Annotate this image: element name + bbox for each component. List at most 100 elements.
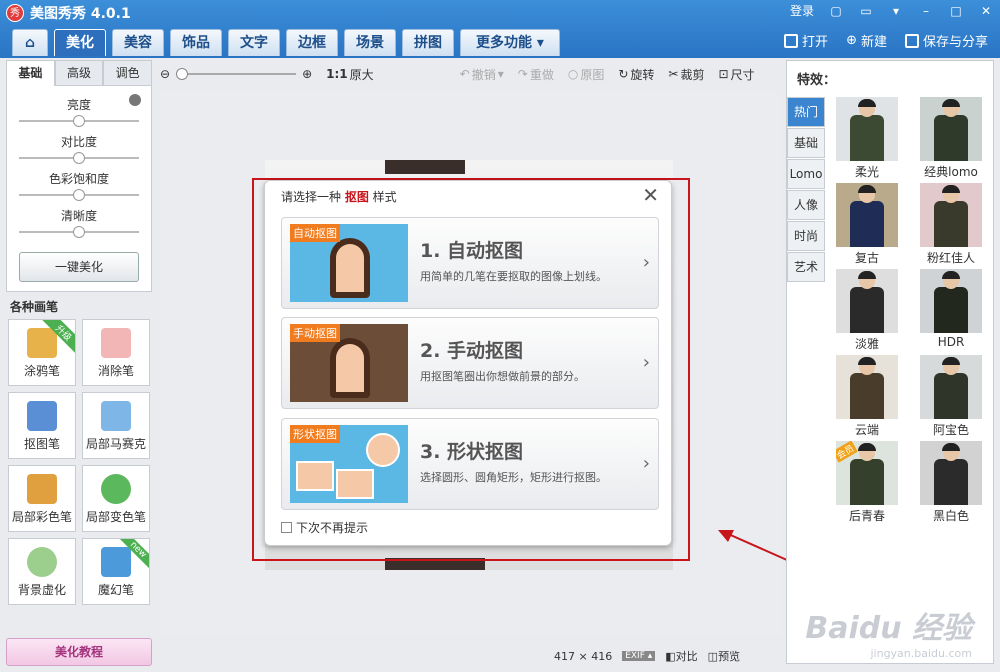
- effect-item[interactable]: 黑白色: [913, 441, 989, 524]
- slider-knob[interactable]: [73, 152, 85, 164]
- resize-button[interactable]: ⊡ 尺寸: [718, 66, 754, 83]
- saturation-slider[interactable]: [19, 189, 139, 201]
- effect-item[interactable]: 柔光: [829, 97, 905, 180]
- category-lomo[interactable]: Lomo: [787, 159, 825, 189]
- zoom-knob[interactable]: [176, 68, 189, 80]
- status-bar: 417 × 416 EXIF ▴ ◧对比 ◫预览: [554, 648, 740, 664]
- adjust-panel: 亮度 对比度 色彩饱和度 清晰度 一键美化: [6, 86, 152, 292]
- scissors-icon: ✂: [668, 67, 679, 81]
- magic-wand-icon: [101, 547, 131, 577]
- redo-button[interactable]: ↷ 重做: [518, 66, 554, 83]
- dialog-close-icon[interactable]: ✕: [642, 183, 659, 207]
- slider-knob[interactable]: [73, 115, 85, 127]
- new-button[interactable]: ⊕ 新建: [846, 31, 887, 50]
- exif-button[interactable]: EXIF ▴: [622, 651, 656, 661]
- brush-background-blur[interactable]: 背景虚化: [8, 538, 76, 605]
- brush-eraser[interactable]: 消除笔: [82, 319, 150, 386]
- effect-label: 后青春: [848, 509, 885, 523]
- preview-button[interactable]: ◫预览: [708, 648, 740, 664]
- open-button[interactable]: 打开: [784, 31, 828, 50]
- tab-home[interactable]: ⌂: [12, 29, 48, 56]
- message-icon[interactable]: ▭: [858, 3, 874, 19]
- save-share-button[interactable]: 保存与分享: [904, 31, 988, 50]
- effect-item[interactable]: HDR: [913, 269, 989, 352]
- option-title: 2. 手动抠图: [420, 340, 524, 362]
- tab-beauty[interactable]: 美容: [112, 29, 164, 56]
- tab-collage[interactable]: 拼图: [402, 29, 454, 56]
- effect-item[interactable]: 经典lomo: [913, 97, 989, 180]
- option-title: 1. 自动抠图: [420, 240, 524, 262]
- effect-item[interactable]: 阿宝色: [913, 355, 989, 438]
- effect-item[interactable]: 复古: [829, 183, 905, 266]
- rotate-button[interactable]: ↻ 旋转: [618, 66, 654, 83]
- brush-doodle[interactable]: 涂鸦笔 升级: [8, 319, 76, 386]
- effect-categories: 热门 基础 Lomo 人像 时尚 艺术: [787, 97, 825, 283]
- effect-thumbnail: [920, 355, 982, 419]
- compare-button[interactable]: ◧对比: [665, 648, 697, 664]
- zoom-out-icon[interactable]: ⊖: [160, 67, 170, 81]
- original-button[interactable]: ○ 原图: [568, 66, 605, 83]
- reset-icon[interactable]: [129, 94, 141, 106]
- undo-dropdown-icon[interactable]: ▾: [498, 67, 504, 81]
- shape-cutout-thumbnail: 形状抠图: [290, 425, 408, 503]
- subtab-basic[interactable]: 基础: [6, 60, 55, 86]
- dialog-title: 请选择一种 抠图 样式: [281, 190, 397, 204]
- category-art[interactable]: 艺术: [787, 252, 825, 282]
- skin-icon[interactable]: ▢: [828, 3, 844, 19]
- slider-knob[interactable]: [73, 226, 85, 238]
- tab-border[interactable]: 边框: [286, 29, 338, 56]
- shape-cutout-option[interactable]: 形状抠图 3. 形状抠图 选择圆形、圆角矩形，矩形进行抠图。 ›: [281, 418, 659, 510]
- tab-scene[interactable]: 场景: [344, 29, 396, 56]
- dont-show-again[interactable]: 下次不再提示: [281, 519, 368, 536]
- auto-cutout-option[interactable]: 自动抠图 1. 自动抠图 用简单的几笔在要抠取的图像上划线。 ›: [281, 217, 659, 309]
- one-key-beautify-button[interactable]: 一键美化: [19, 252, 139, 282]
- effect-grid: 柔光 经典lomo 复古 粉红佳人 淡雅 HDR 云端 阿宝色 会员 后青春黑白色: [829, 97, 989, 524]
- brightness-slider[interactable]: [19, 115, 139, 127]
- category-portrait[interactable]: 人像: [787, 190, 825, 220]
- tab-more-features[interactable]: 更多功能 ▾: [460, 29, 560, 56]
- actual-size-button[interactable]: 1:1 原大: [326, 66, 374, 83]
- option-description: 用简单的几笔在要抠取的图像上划线。: [420, 270, 607, 283]
- file-actions: 打开 ⊕ 新建 保存与分享: [784, 31, 988, 50]
- manual-cutout-option[interactable]: 手动抠图 2. 手动抠图 用抠图笔圈出你想做前景的部分。 ›: [281, 317, 659, 409]
- brush-mosaic[interactable]: 局部马赛克: [82, 392, 150, 459]
- effect-item[interactable]: 会员 后青春: [829, 441, 905, 524]
- sharpness-label: 清晰度: [60, 209, 97, 223]
- category-basic[interactable]: 基础: [787, 128, 825, 158]
- brush-recolor[interactable]: 局部变色笔: [82, 465, 150, 532]
- effect-thumbnail: [836, 183, 898, 247]
- minimize-icon[interactable]: –: [918, 3, 934, 19]
- contrast-label: 对比度: [60, 135, 97, 149]
- menu-icon[interactable]: ▾: [888, 3, 904, 19]
- folder-icon: [784, 33, 799, 48]
- effect-item[interactable]: 淡雅: [829, 269, 905, 352]
- undo-button[interactable]: ↶ 撤销 ▾: [460, 66, 504, 83]
- dont-show-again-checkbox[interactable]: [281, 522, 292, 533]
- sharpness-slider[interactable]: [19, 226, 139, 238]
- brush-local-color[interactable]: 局部彩色笔: [8, 465, 76, 532]
- slider-knob[interactable]: [73, 189, 85, 201]
- option-tag: 手动抠图: [290, 324, 340, 342]
- brush-cutout[interactable]: 抠图笔: [8, 392, 76, 459]
- tab-accessories[interactable]: 饰品: [170, 29, 222, 56]
- category-hot[interactable]: 热门: [787, 97, 825, 127]
- effect-item[interactable]: 粉红佳人: [913, 183, 989, 266]
- subtab-advanced[interactable]: 高级: [54, 60, 104, 86]
- beautify-tutorial-button[interactable]: 美化教程: [6, 638, 152, 666]
- tab-beautify[interactable]: 美化: [54, 29, 106, 56]
- subtab-color[interactable]: 调色: [103, 60, 153, 86]
- zoom-in-icon[interactable]: ⊕: [302, 67, 312, 81]
- maximize-icon[interactable]: □: [948, 3, 964, 19]
- effect-label: 黑白色: [932, 509, 969, 523]
- option-title: 3. 形状抠图: [420, 441, 524, 463]
- crop-button[interactable]: ✂ 裁剪: [668, 66, 704, 83]
- brush-magic[interactable]: 魔幻笔 new: [82, 538, 150, 605]
- contrast-slider[interactable]: [19, 152, 139, 164]
- home-icon: ⌂: [24, 35, 36, 51]
- category-fashion[interactable]: 时尚: [787, 221, 825, 251]
- zoom-slider[interactable]: [176, 68, 297, 80]
- effect-item[interactable]: 云端: [829, 355, 905, 438]
- close-icon[interactable]: ✕: [978, 3, 994, 19]
- login-link[interactable]: 登录: [790, 2, 814, 19]
- tab-text[interactable]: 文字: [228, 29, 280, 56]
